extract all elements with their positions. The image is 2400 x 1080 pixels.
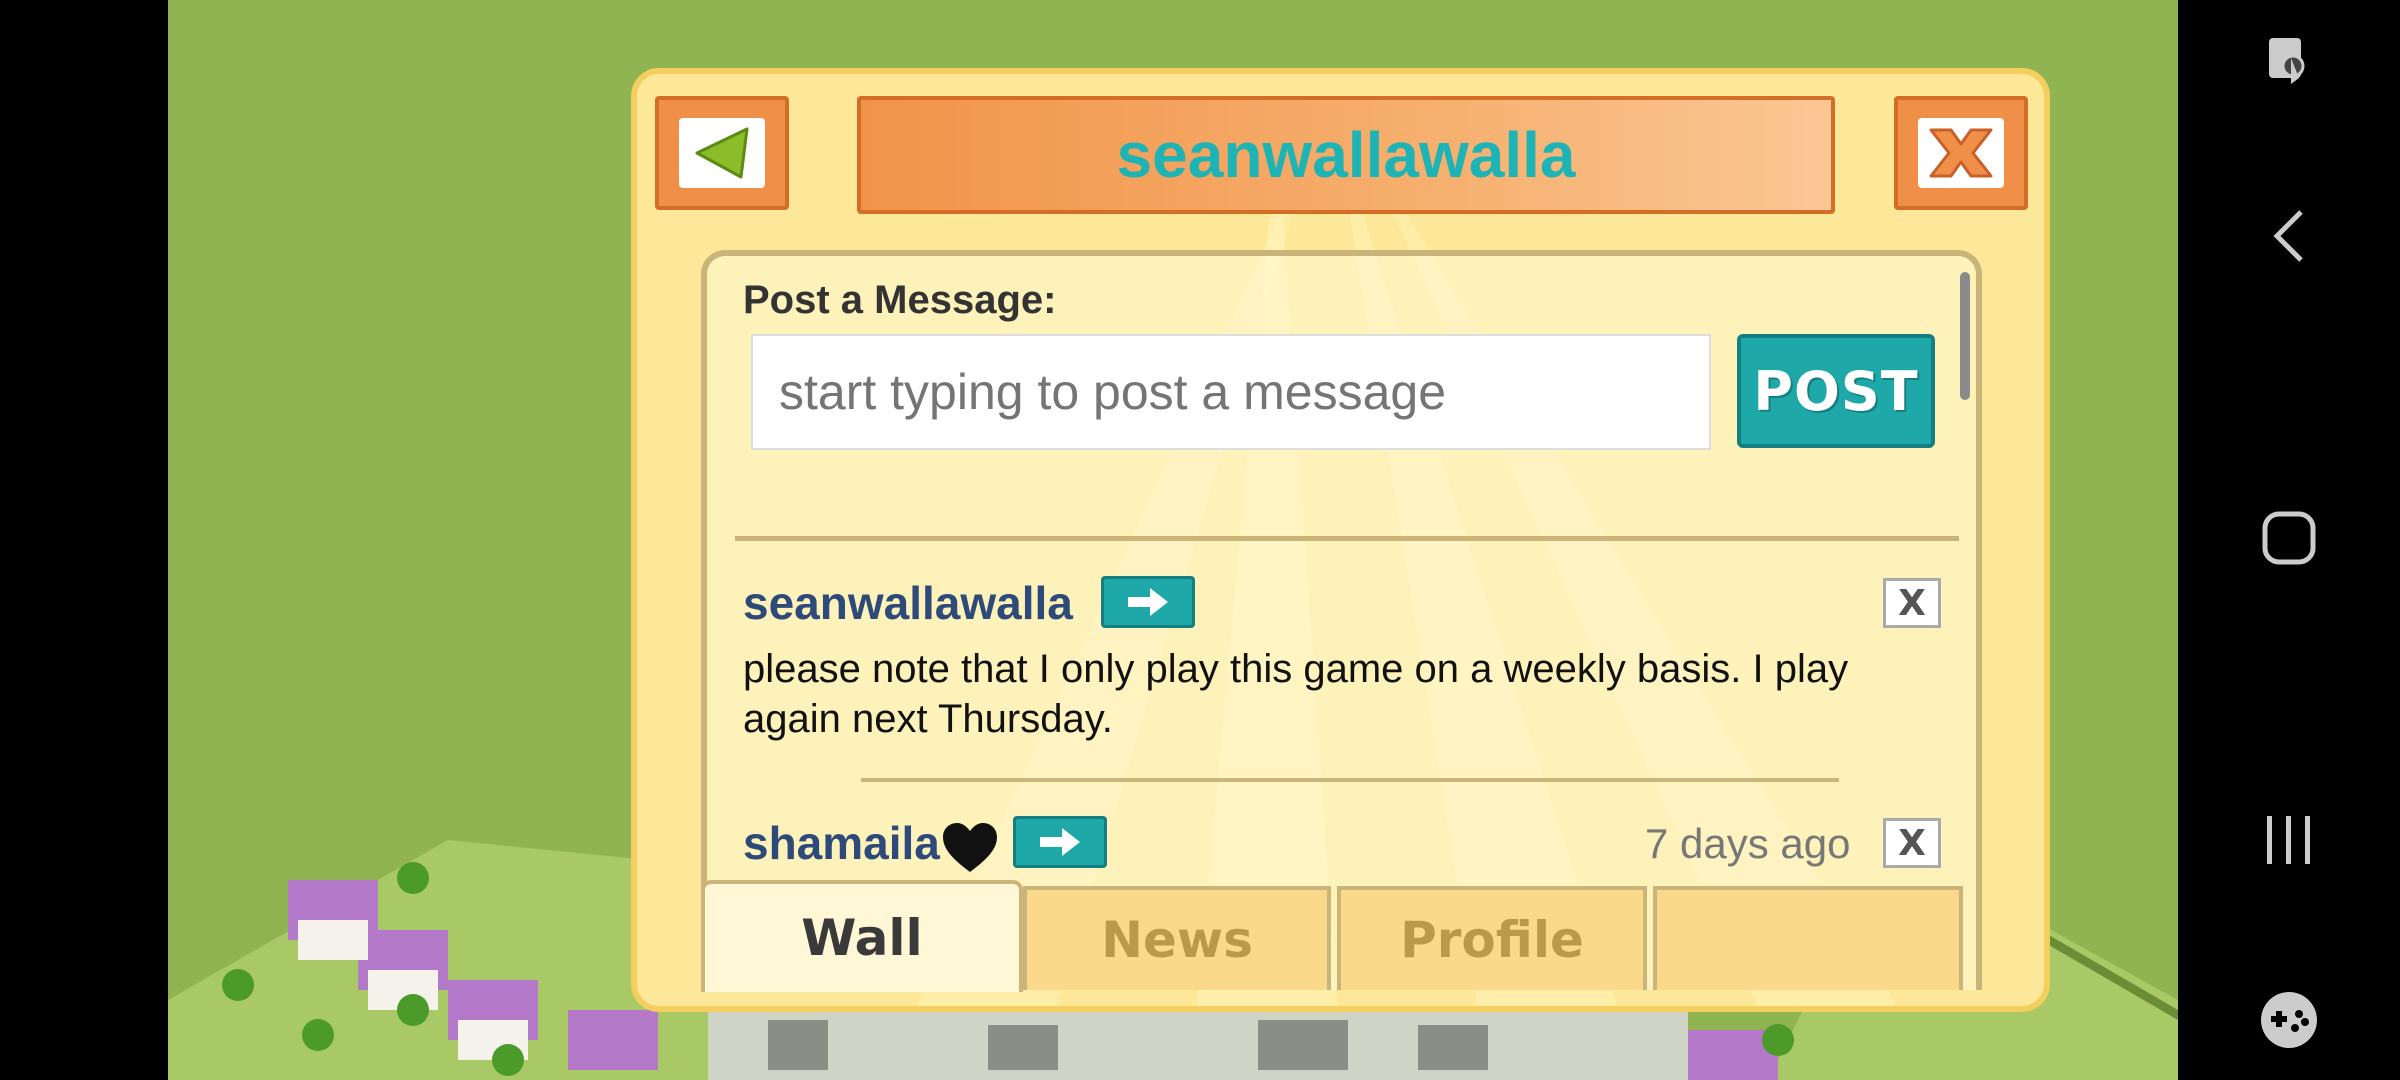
entry-message: please note that I only play this game o… <box>743 647 1849 741</box>
dialog-title-bar: seanwallawalla <box>857 96 1835 214</box>
message-input[interactable] <box>751 334 1711 450</box>
close-button[interactable] <box>1894 96 2028 210</box>
home-nav-button[interactable] <box>2178 498 2400 578</box>
black-heart-icon <box>943 823 997 872</box>
game-viewport: seanwallawalla Post a Message: POST sean… <box>168 0 2178 1080</box>
visit-profile-button[interactable] <box>1013 816 1107 868</box>
post-button-label: POST <box>1753 359 1919 423</box>
entry-author[interactable]: seanwallawalla <box>743 576 1073 630</box>
back-button[interactable] <box>655 96 789 210</box>
delete-glyph: X <box>1898 822 1926 864</box>
entry-author[interactable]: shamaila <box>743 816 940 870</box>
tab-news[interactable]: News <box>1023 886 1331 990</box>
dialog-title: seanwallawalla <box>1116 119 1576 191</box>
gamepad-icon <box>2261 992 2317 1048</box>
system-navigation-bar <box>2178 0 2400 1080</box>
recents-icon <box>2267 816 2310 864</box>
post-button[interactable]: POST <box>1737 334 1935 448</box>
back-nav-button[interactable] <box>2178 196 2400 276</box>
back-arrow-icon <box>695 127 749 179</box>
close-icon <box>1929 128 1993 178</box>
profile-dialog: seanwallawalla Post a Message: POST sean… <box>631 68 2050 1012</box>
post-separator <box>735 536 1959 541</box>
chevron-left-icon <box>2273 210 2303 262</box>
delete-glyph: X <box>1898 582 1926 624</box>
tab-bar: Wall News Profile <box>701 880 1982 996</box>
home-square-icon <box>2262 511 2316 565</box>
game-tools-button[interactable] <box>2178 980 2400 1060</box>
tab-wall[interactable]: Wall <box>701 880 1023 992</box>
close-button-face <box>1918 118 2004 188</box>
arrow-right-icon <box>1128 588 1168 616</box>
screen-pin-button[interactable] <box>2178 20 2400 100</box>
visit-profile-button[interactable] <box>1101 576 1195 628</box>
wall-content-area[interactable]: Post a Message: POST seanwallawalla X pl… <box>701 250 1982 990</box>
tab-empty[interactable] <box>1653 886 1963 990</box>
screen-touch-icon <box>2269 38 2305 84</box>
delete-entry-button[interactable]: X <box>1883 578 1941 628</box>
entry-timestamp: 7 days ago <box>1645 820 1851 867</box>
recents-nav-button[interactable] <box>2178 800 2400 880</box>
back-button-face <box>679 118 765 188</box>
tab-profile[interactable]: Profile <box>1337 886 1647 990</box>
letterbox-left <box>0 0 168 1080</box>
arrow-right-icon <box>1040 828 1080 856</box>
entry-separator <box>861 778 1839 782</box>
delete-entry-button[interactable]: X <box>1883 818 1941 868</box>
content-scrollbar[interactable] <box>1960 272 1970 400</box>
post-message-label: Post a Message: <box>743 278 1057 322</box>
